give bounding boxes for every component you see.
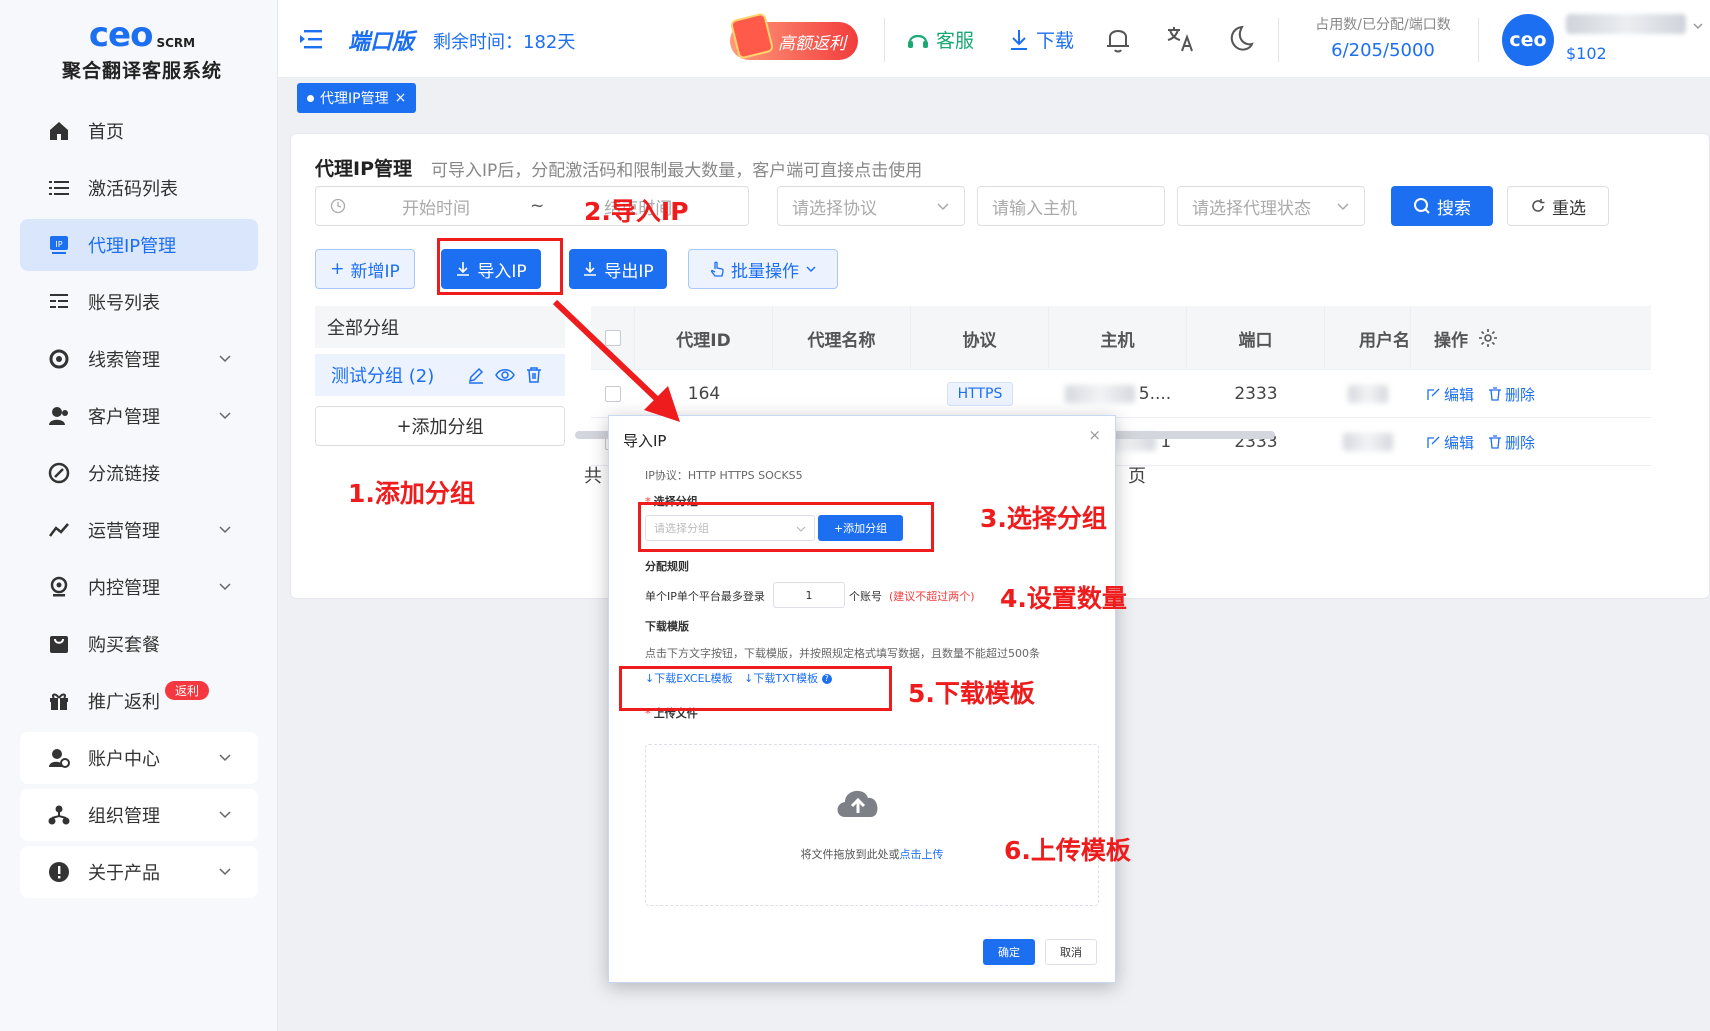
step-6-label: 6.上传模板 [1004,836,1131,865]
step-4-label: 4.设置数量 [1000,584,1127,613]
step-3-label: 3.选择分组 [980,504,1107,533]
step-5-label: 5.下载模板 [908,679,1035,708]
step-2-label: 2.导入IP [584,197,689,226]
step-1-label: 1.添加分组 [348,479,475,508]
arrow-annotation [552,299,680,422]
